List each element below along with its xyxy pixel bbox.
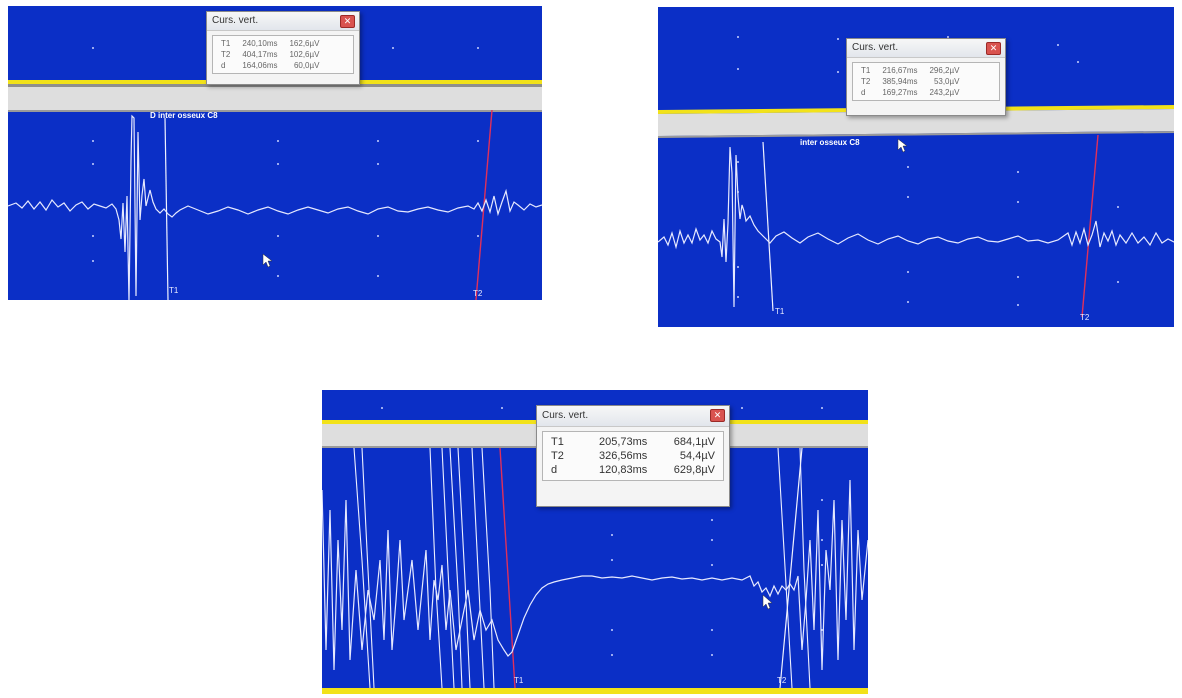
cursor-t1-label: T1 xyxy=(514,676,524,685)
window-title: Curs. vert. xyxy=(212,15,259,26)
mouse-pointer-icon xyxy=(897,138,908,153)
readout-row-d: d 164,06ms 60,0µV xyxy=(221,61,320,70)
readout-frame: T1 205,73ms 684,1µV T2 326,56ms 54,4µV d… xyxy=(542,431,724,481)
window-titlebar[interactable]: Curs. vert. ✕ xyxy=(847,39,1005,58)
window-titlebar[interactable]: Curs. vert. ✕ xyxy=(537,406,729,427)
readout-row-t2: T2 326,56ms 54,4µV xyxy=(551,450,715,462)
readout-table: T1 205,73ms 684,1µV T2 326,56ms 54,4µV d… xyxy=(545,435,721,477)
readout-frame: T1 240,10ms 162,6µV T2 404,17ms 102,6µV … xyxy=(212,35,354,74)
window-title: Curs. vert. xyxy=(542,410,589,421)
cursor-t2-line xyxy=(1081,134,1099,318)
readout-row-d: d 169,27ms 243,2µV xyxy=(861,88,960,97)
close-icon[interactable]: ✕ xyxy=(710,409,725,422)
channel-label: D inter osseux C8 xyxy=(150,111,218,120)
cursor-t1-label: T1 xyxy=(169,286,179,295)
cursor-t2-label: T2 xyxy=(473,289,483,298)
readout-row-d: d 120,83ms 629,8µV xyxy=(551,464,715,476)
emg-screen-photo-3: T1 T2 Curs. vert. ✕ T1 205,73ms 684,1µV … xyxy=(322,390,868,694)
cursor-t1-line xyxy=(164,117,169,300)
mouse-pointer-icon xyxy=(262,253,273,268)
mouse-pointer-icon xyxy=(762,594,773,610)
emg-waveform xyxy=(322,479,868,671)
readout-frame: T1 216,67ms 296,2µV T2 385,94ms 53,0µV d… xyxy=(852,62,1000,101)
cursor-readout-window[interactable]: Curs. vert. ✕ T1 216,67ms 296,2µV T2 385… xyxy=(846,38,1006,116)
channel-label: inter osseux C8 xyxy=(800,138,860,147)
cursor-t1-label: T1 xyxy=(775,307,785,316)
readout-row-t2: T2 404,17ms 102,6µV xyxy=(221,50,320,59)
readout-table: T1 216,67ms 296,2µV T2 385,94ms 53,0µV d… xyxy=(855,65,965,98)
emg-screen-photo-1: D inter osseux C8 T1 T2 Curs. vert. ✕ T1… xyxy=(8,6,542,300)
readout-table: T1 240,10ms 162,6µV T2 404,17ms 102,6µV … xyxy=(215,38,325,71)
window-titlebar[interactable]: Curs. vert. ✕ xyxy=(207,12,359,31)
cursor-t2-line xyxy=(779,447,803,689)
grey-band xyxy=(8,87,542,110)
emg-screen-photo-2: inter osseux C8 T1 T2 Curs. vert. ✕ T1 2… xyxy=(658,7,1176,327)
readout-row-t2: T2 385,94ms 53,0µV xyxy=(861,77,960,86)
emg-waveform xyxy=(8,114,542,300)
cursor-t1-line xyxy=(499,447,516,689)
close-icon[interactable]: ✕ xyxy=(986,42,1001,55)
cursor-t1-line xyxy=(762,141,774,312)
readout-row-t1: T1 240,10ms 162,6µV xyxy=(221,39,320,48)
readout-row-t1: T1 216,67ms 296,2µV xyxy=(861,66,960,75)
cursor-readout-window[interactable]: Curs. vert. ✕ T1 240,10ms 162,6µV T2 404… xyxy=(206,11,360,85)
cursor-t2-label: T2 xyxy=(777,676,787,685)
readout-row-t1: T1 205,73ms 684,1µV xyxy=(551,436,715,448)
close-icon[interactable]: ✕ xyxy=(340,15,355,28)
window-title: Curs. vert. xyxy=(852,42,899,53)
cursor-t2-label: T2 xyxy=(1080,313,1090,322)
cursor-readout-window[interactable]: Curs. vert. ✕ T1 205,73ms 684,1µV T2 326… xyxy=(536,405,730,507)
emg-waveform xyxy=(658,146,1176,308)
